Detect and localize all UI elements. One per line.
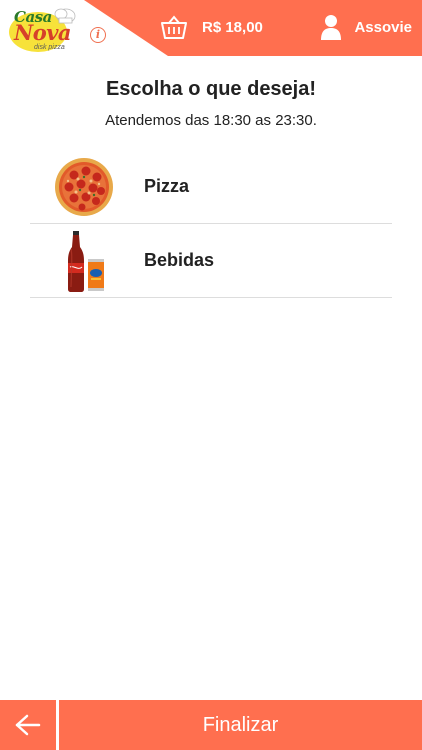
category-item-pizza[interactable]: Pizza [30, 150, 392, 224]
page-title: Escolha o que deseja! [105, 78, 317, 100]
basket-icon [161, 15, 187, 39]
header: Casa Nova disk pizza i R$ 18,00 Assovie [0, 0, 422, 56]
category-label: Bebidas [144, 250, 215, 270]
info-icon[interactable]: i [90, 27, 106, 43]
logo[interactable]: Casa Nova disk pizza [8, 4, 80, 54]
category-item-bebidas[interactable]: Bebidas [30, 224, 392, 298]
category-label: Pizza [144, 176, 190, 196]
arrow-left-icon [15, 714, 41, 736]
logo-text-line2: Nova [14, 20, 72, 45]
screen: Casa Nova disk pizza i R$ 18,00 Assovie … [0, 0, 422, 750]
category-list: Pizza Bebidas [30, 150, 392, 298]
drinks-image [54, 229, 114, 293]
finish-button[interactable]: Finalizar [59, 700, 422, 750]
account-label: Assovie [354, 18, 412, 36]
logo-tagline: disk pizza [34, 44, 65, 51]
user-icon [321, 15, 342, 40]
pizza-image [54, 155, 114, 219]
back-button[interactable] [0, 700, 59, 750]
footer: Finalizar [0, 700, 422, 750]
opening-hours: Atendemos das 18:30 as 23:30. [105, 112, 317, 129]
cart-total: R$ 18,00 [202, 18, 263, 36]
cart-button[interactable]: R$ 18,00 [160, 12, 263, 42]
account-button[interactable]: Assovie [320, 12, 412, 42]
